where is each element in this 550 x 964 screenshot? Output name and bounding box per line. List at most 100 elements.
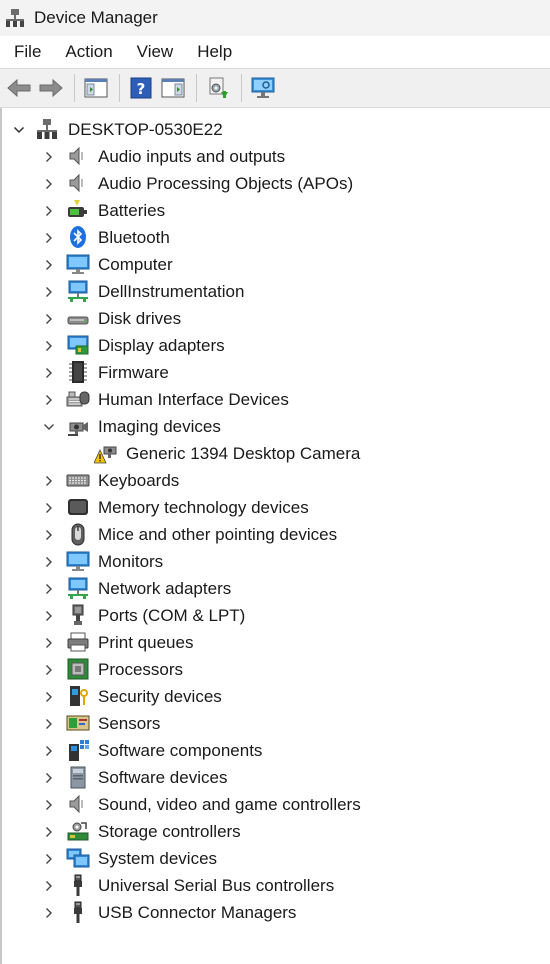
chevron-right-icon[interactable] [42, 744, 56, 758]
menu-action[interactable]: Action [53, 36, 124, 68]
toolbar-separator [74, 74, 75, 102]
chevron-down-icon[interactable] [12, 123, 26, 137]
chevron-down-icon[interactable] [42, 420, 56, 434]
chevron-right-icon[interactable] [42, 906, 56, 920]
processor-icon [67, 658, 89, 680]
chevron-right-icon[interactable] [42, 582, 56, 596]
help-button[interactable]: ? [126, 73, 156, 103]
battery-icon [68, 200, 87, 217]
scan-hardware-icon [251, 77, 275, 98]
tree-category[interactable]: USB Connector Managers [2, 899, 550, 926]
forward-button[interactable] [36, 73, 66, 103]
tree-category[interactable]: Sensors [2, 710, 550, 737]
tree-category[interactable]: Security devices [2, 683, 550, 710]
chevron-right-icon[interactable] [42, 474, 56, 488]
chevron-right-icon[interactable] [42, 258, 56, 272]
chevron-right-icon[interactable] [42, 825, 56, 839]
chevron-right-icon[interactable] [42, 636, 56, 650]
show-hide-console-tree-button[interactable] [81, 73, 111, 103]
tree-category[interactable]: Batteries [2, 197, 550, 224]
tree-category-label: Keyboards [98, 471, 180, 490]
chevron-right-icon[interactable] [42, 663, 56, 677]
tree-category[interactable]: Sound, video and game controllers [2, 791, 550, 818]
chevron-right-icon[interactable] [42, 285, 56, 299]
printer-icon [67, 632, 89, 652]
chevron-right-icon[interactable] [42, 879, 56, 893]
chevron-right-icon[interactable] [42, 528, 56, 542]
tree-category[interactable]: Mice and other pointing devices [2, 521, 550, 548]
chevron-right-icon[interactable] [42, 717, 56, 731]
usb-icon [74, 874, 82, 896]
update-driver-button[interactable] [203, 73, 233, 103]
tree-category[interactable]: Monitors [2, 548, 550, 575]
tree-category-label: Software devices [98, 768, 228, 787]
tree-category[interactable]: Print queues [2, 629, 550, 656]
tree-category-label: Human Interface Devices [98, 390, 289, 409]
svg-text:?: ? [137, 80, 146, 98]
tree-category[interactable]: Software components [2, 737, 550, 764]
tree-category[interactable]: Universal Serial Bus controllers [2, 872, 550, 899]
tree-category[interactable]: Bluetooth [2, 224, 550, 251]
tree-category[interactable]: Network adapters [2, 575, 550, 602]
chevron-right-icon[interactable] [42, 771, 56, 785]
tree-root[interactable]: DESKTOP-0530E22 [2, 116, 550, 143]
chevron-right-icon[interactable] [42, 690, 56, 704]
camera-icon [68, 422, 88, 436]
tree-category[interactable]: Human Interface Devices [2, 386, 550, 413]
bluetooth-icon [70, 226, 86, 248]
tree-category[interactable]: Processors [2, 656, 550, 683]
tree-category[interactable]: Software devices [2, 764, 550, 791]
tree-category[interactable]: Memory technology devices [2, 494, 550, 521]
chevron-right-icon[interactable] [42, 150, 56, 164]
tree-category-label: Computer [98, 255, 173, 274]
chevron-right-icon[interactable] [42, 339, 56, 353]
tree-category-label: Software components [98, 741, 263, 760]
security-key-icon [70, 686, 88, 706]
tree-device[interactable]: Generic 1394 Desktop Camera [2, 440, 550, 467]
menu-file[interactable]: File [2, 36, 53, 68]
toolbar: ? [0, 68, 550, 108]
storage-controller-icon [67, 822, 89, 841]
chevron-right-icon[interactable] [42, 852, 56, 866]
chip-icon [69, 361, 87, 383]
hid-icon [66, 391, 90, 407]
show-action-pane-button[interactable] [158, 73, 188, 103]
chevron-right-icon[interactable] [42, 177, 56, 191]
tree-category-label: Processors [98, 660, 184, 679]
tree-category-label: Audio Processing Objects (APOs) [98, 174, 354, 193]
scan-hardware-changes-button[interactable] [248, 73, 278, 103]
tree-category[interactable]: Disk drives [2, 305, 550, 332]
menu-view[interactable]: View [125, 36, 186, 68]
tree-category[interactable]: Display adapters [2, 332, 550, 359]
chevron-right-icon[interactable] [42, 501, 56, 515]
tree-category[interactable]: Audio inputs and outputs [2, 143, 550, 170]
tree-category[interactable]: Keyboards [2, 467, 550, 494]
tree-category-label: Network adapters [98, 579, 232, 598]
tree-category[interactable]: Computer [2, 251, 550, 278]
tree-category[interactable]: System devices [2, 845, 550, 872]
chevron-right-icon[interactable] [42, 609, 56, 623]
tree-category[interactable]: Storage controllers [2, 818, 550, 845]
tree-category[interactable]: Imaging devices [2, 413, 550, 440]
tree-category[interactable]: Audio Processing Objects (APOs) [2, 170, 550, 197]
update-driver-icon [209, 77, 228, 98]
chevron-right-icon[interactable] [42, 231, 56, 245]
back-arrow-icon [7, 78, 31, 98]
chevron-right-icon[interactable] [42, 393, 56, 407]
chevron-right-icon[interactable] [42, 204, 56, 218]
chevron-right-icon[interactable] [42, 555, 56, 569]
window-title: Device Manager [34, 8, 158, 27]
chevron-right-icon[interactable] [42, 312, 56, 326]
device-tree: DESKTOP-0530E22 Audio inputs and outputs… [0, 108, 550, 964]
memory-icon [68, 499, 88, 515]
menu-help[interactable]: Help [185, 36, 244, 68]
chevron-right-icon[interactable] [42, 798, 56, 812]
tree-category[interactable]: DellInstrumentation [2, 278, 550, 305]
chevron-right-icon[interactable] [42, 366, 56, 380]
tree-category[interactable]: Ports (COM & LPT) [2, 602, 550, 629]
tree-category-label: Mice and other pointing devices [98, 525, 338, 544]
back-button[interactable] [4, 73, 34, 103]
forward-arrow-icon [39, 78, 63, 98]
tree-device-label: Generic 1394 Desktop Camera [126, 444, 361, 463]
tree-category[interactable]: Firmware [2, 359, 550, 386]
